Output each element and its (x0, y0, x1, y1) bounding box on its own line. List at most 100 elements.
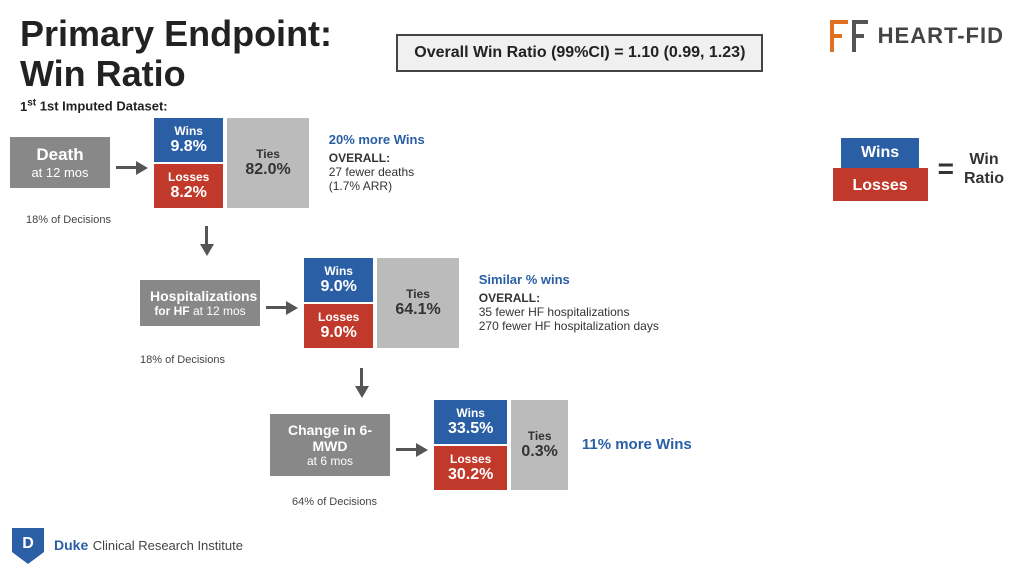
wins-label-3: Wins (448, 406, 493, 420)
death-subtitle: at 12 mos (22, 165, 98, 180)
death-title: Death (22, 145, 98, 165)
hf-box: Hospitalizations for HF at 12 mos (140, 280, 260, 326)
wins-pct-2: 9.0% (318, 278, 359, 296)
wlt-block-1: Wins 9.8% Losses 8.2% Ties 82.0% (154, 118, 309, 208)
annotation-overall-2: OVERALL: 35 fewer HF hospitalizations 27… (479, 291, 659, 333)
ties-box-1: Ties 82.0% (227, 118, 308, 208)
row3: Change in 6-MWD at 6 mos Wins 33.5% Loss… (270, 400, 1014, 490)
mwd-box: Change in 6-MWD at 6 mos (270, 414, 390, 476)
ties-label-1: Ties (245, 147, 290, 161)
heart-fid-logo-icon (828, 18, 872, 54)
svg-text:D: D (22, 535, 34, 552)
losses-pct-1: 8.2% (168, 184, 209, 202)
formula-result-line1: Win (969, 151, 998, 168)
wins-pct-3: 33.5% (448, 420, 493, 438)
formula-container: Wins Losses = Win Ratio (833, 138, 1005, 201)
formula-wins: Wins (841, 138, 919, 168)
duke-shield: D (10, 526, 46, 566)
logo-text: HEART-FID (878, 23, 1004, 49)
page-title: Primary Endpoint: Win Ratio (20, 14, 332, 93)
wins-losses-col-3: Wins 33.5% Losses 30.2% (434, 400, 507, 490)
death-decisions: 18% of Decisions (26, 210, 1014, 228)
losses-box-2: Losses 9.0% (304, 304, 373, 348)
annotation-3: 11% more Wins (582, 436, 692, 453)
title-line1: Primary Endpoint: (20, 13, 332, 54)
annotation-overall-1: OVERALL: 27 fewer deaths (1.7% ARR) (329, 151, 425, 193)
ties-pct-3: 0.3% (521, 443, 557, 461)
losses-label-3: Losses (448, 452, 493, 466)
row2: Hospitalizations for HF at 12 mos Wins 9… (140, 258, 1014, 348)
overall-win-ratio-box: Overall Win Ratio (99%CI) = 1.10 (0.99, … (396, 34, 763, 72)
hf-bold-text: for HF (154, 304, 189, 318)
hf-title-text: Hospitalizations (150, 288, 257, 304)
losses-label-1: Losses (168, 170, 209, 184)
wins-box-2: Wins 9.0% (304, 258, 373, 302)
wins-losses-col-2: Wins 9.0% Losses 9.0% (304, 258, 373, 348)
hf-title: Hospitalizations (150, 288, 250, 304)
losses-pct-3: 30.2% (448, 466, 493, 484)
ties-pct-2: 64.1% (395, 301, 440, 319)
title-line2: Win Ratio (20, 53, 186, 94)
header: Primary Endpoint: Win Ratio Overall Win … (0, 0, 1024, 93)
losses-label-2: Losses (318, 310, 359, 324)
ties-box-2: Ties 64.1% (377, 258, 458, 348)
annotation-wins-1: 20% more Wins (329, 132, 425, 147)
losses-box-3: Losses 30.2% (434, 446, 507, 490)
death-box: Death at 12 mos (10, 137, 110, 188)
win-ratio-formula: Wins Losses = Win Ratio (833, 128, 1005, 201)
hf-decisions: 18% of Decisions (140, 350, 1014, 368)
hf-sub-text: at 12 mos (193, 304, 246, 318)
hf-decisions-text: 18% of Decisions (140, 354, 225, 366)
dataset-superscript: 1st (20, 99, 40, 114)
annotation-detail2-1: (1.7% ARR) (329, 179, 392, 193)
duke-name: Duke Clinical Research Institute (54, 537, 243, 555)
annotation-2: Similar % wins OVERALL: 35 fewer HF hosp… (479, 272, 659, 333)
ties-label-3: Ties (521, 429, 557, 443)
wins-box-3: Wins 33.5% (434, 400, 507, 444)
dataset-label: 1st 1st Imputed Dataset: (0, 97, 1024, 113)
mwd-subtitle: at 6 mos (280, 454, 380, 468)
mwd-title: Change in 6-MWD (280, 422, 380, 454)
duke-logo: D Duke Clinical Research Institute (10, 526, 243, 566)
duke-subtitle: Clinical Research Institute (93, 538, 243, 553)
wins-pct-1: 9.8% (168, 138, 209, 156)
overall-label-1: OVERALL: (329, 151, 390, 165)
losses-box-1: Losses 8.2% (154, 164, 223, 208)
ties-box-3: Ties 0.3% (511, 400, 567, 490)
ties-label-2: Ties (395, 287, 440, 301)
wlt-block-2: Wins 9.0% Losses 9.0% Ties 64.1% (304, 258, 459, 348)
arrow-down-1 (205, 226, 208, 256)
arrow-mwd-to-wlt3 (396, 443, 428, 457)
death-decisions-text: 18% of Decisions (26, 214, 111, 226)
dataset-label-text: 1st Imputed Dataset: (40, 99, 168, 114)
overall-label-2: OVERALL: (479, 291, 540, 305)
wins-label-1: Wins (168, 124, 209, 138)
mwd-decisions-text: 64% of Decisions (292, 496, 377, 508)
formula-fraction: Wins Losses (833, 138, 928, 201)
ties-pct-1: 82.0% (245, 161, 290, 179)
annotation-1: 20% more Wins OVERALL: 27 fewer deaths (… (329, 132, 425, 193)
arrow-death-to-wlt1 (116, 161, 148, 175)
annotation-11-text: 11% more Wins (582, 436, 692, 453)
annotation-detail1-2: 35 fewer HF hospitalizations (479, 305, 630, 319)
arrow-hf-to-wlt2 (266, 301, 298, 315)
arrow-down-2 (360, 368, 363, 398)
annotation-detail2-2: 270 fewer HF hospitalization days (479, 319, 659, 333)
annotation-11pct: 11% more Wins (582, 436, 692, 453)
formula-losses: Losses (833, 171, 928, 201)
formula-equals: = (938, 153, 954, 185)
wins-label-2: Wins (318, 264, 359, 278)
formula-result: Win Ratio (964, 150, 1004, 188)
hf-subtitle: for HF at 12 mos (150, 304, 250, 318)
logo: HEART-FID (828, 18, 1004, 54)
wins-losses-col-1: Wins 9.8% Losses 8.2% (154, 118, 223, 208)
duke-shield-icon: D (10, 526, 46, 566)
formula-result-line2: Ratio (964, 170, 1004, 187)
wlt-block-3: Wins 33.5% Losses 30.2% Ties 0.3% (434, 400, 568, 490)
annotation-detail1-1: 27 fewer deaths (329, 165, 414, 179)
losses-pct-2: 9.0% (318, 324, 359, 342)
annotation-similar: Similar % wins (479, 272, 659, 287)
wins-box-1: Wins 9.8% (154, 118, 223, 162)
mwd-decisions: 64% of Decisions (292, 492, 1014, 510)
duke-name-text: Duke (54, 537, 88, 553)
